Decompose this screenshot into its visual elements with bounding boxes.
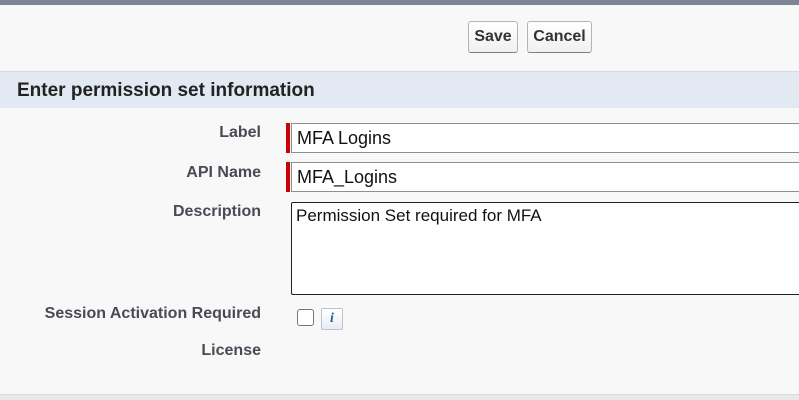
permission-set-form: Label API Name Description Permission Se… [0, 108, 799, 394]
info-icon[interactable]: i [321, 308, 343, 330]
required-marker [286, 162, 290, 192]
description-textarea[interactable]: Permission Set required for MFA [291, 202, 799, 295]
api-name-input[interactable] [291, 162, 799, 192]
bottom-divider [0, 394, 799, 400]
label-field-label: Label [219, 124, 261, 141]
cancel-button[interactable]: Cancel [527, 21, 592, 53]
session-activation-label: Session Activation Required [44, 305, 261, 322]
session-activation-checkbox[interactable] [297, 309, 314, 326]
section-title: Enter permission set information [17, 80, 315, 101]
section-header: Enter permission set information [0, 71, 799, 108]
save-button[interactable]: Save [468, 21, 518, 53]
label-input[interactable] [291, 123, 799, 153]
button-toolbar: Save Cancel [0, 5, 799, 71]
required-marker [286, 123, 290, 153]
license-label: License [201, 342, 261, 359]
api-name-field-label: API Name [186, 164, 261, 181]
description-field-label: Description [172, 203, 261, 220]
